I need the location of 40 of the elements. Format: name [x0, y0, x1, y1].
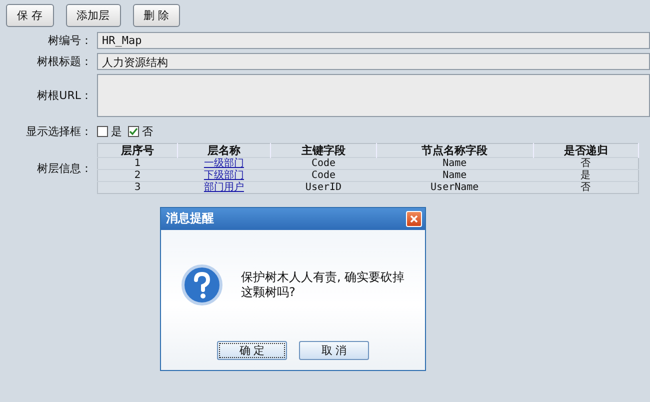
table-cell: Name	[376, 158, 534, 170]
table-cell: 是	[533, 170, 638, 182]
column-header: 主键字段	[270, 144, 376, 158]
checkbox[interactable]	[128, 126, 139, 137]
table-cell: 否	[533, 182, 638, 194]
dialog-button[interactable]: 取 消	[299, 341, 369, 360]
field-label: 显示选择框：	[25, 124, 93, 139]
table-cell: Code	[270, 170, 376, 182]
field-label: 树编号：	[47, 33, 93, 48]
level-name-link[interactable]: 部门用户	[204, 182, 244, 193]
dialog-message: 保护树木人人有责, 确实要砍掉这颗树吗?	[241, 270, 406, 300]
field-label: 树根URL：	[36, 88, 93, 103]
input-field[interactable]: HR_Map	[97, 32, 650, 49]
table-cell: UserName	[376, 182, 534, 194]
field-label: 树根标题：	[36, 54, 93, 69]
toolbar-button[interactable]: 保 存	[6, 4, 54, 27]
close-icon[interactable]	[406, 210, 422, 226]
table-cell: Code	[270, 158, 376, 170]
table-cell: Name	[376, 170, 534, 182]
field-label: 树层信息：	[36, 161, 93, 176]
checkbox-label: 是	[111, 124, 122, 139]
checkbox[interactable]	[97, 126, 108, 137]
column-header: 层名称	[177, 144, 271, 158]
checkbox-label: 否	[142, 124, 153, 139]
column-header: 是否递归	[533, 144, 638, 158]
table-cell: 1	[98, 158, 178, 170]
level-name-link[interactable]: 一级部门	[204, 158, 244, 169]
table-cell: UserID	[270, 182, 376, 194]
dialog-title: 消息提醒	[166, 210, 214, 227]
dialog-button[interactable]: 确 定	[217, 341, 287, 360]
table-cell: 2	[98, 170, 178, 182]
column-header: 层序号	[98, 144, 178, 158]
question-icon	[181, 264, 223, 306]
column-header: 节点名称字段	[376, 144, 534, 158]
level-name-link[interactable]: 下级部门	[204, 170, 244, 181]
input-field[interactable]: 人力资源结构	[97, 53, 650, 70]
table-cell: 3	[98, 182, 178, 194]
table-cell: 否	[533, 158, 638, 170]
toolbar-button[interactable]: 添加层	[66, 4, 120, 27]
toolbar-button[interactable]: 删 除	[132, 4, 180, 27]
